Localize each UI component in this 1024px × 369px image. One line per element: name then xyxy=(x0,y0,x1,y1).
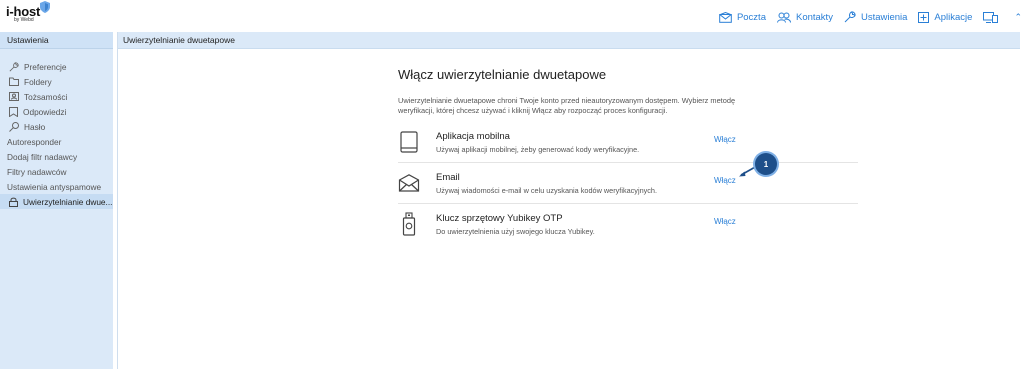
sidebar-item-label: Autoresponder xyxy=(7,136,62,147)
method-description: Do uwierzytelnienia użyj swojego klucza … xyxy=(436,227,595,236)
sidebar-item-label: Tożsamości xyxy=(24,91,68,102)
brand-logo[interactable]: i-host by Webd xyxy=(6,1,66,27)
id-card-icon xyxy=(9,92,19,101)
sidebar-item-odpowiedzi[interactable]: Odpowiedzi xyxy=(0,104,113,119)
shield-icon xyxy=(40,1,50,13)
sidebar-item-label: Foldery xyxy=(24,76,52,87)
sidebar-item-dodaj-filtr[interactable]: Dodaj filtr nadawcy xyxy=(0,149,113,164)
annotation-badge: 1 xyxy=(755,153,777,175)
sidebar-item-haslo[interactable]: Hasło xyxy=(0,119,113,134)
sidebar-item-label: Preferencje xyxy=(24,61,67,72)
sidebar-item-foldery[interactable]: Foldery xyxy=(0,74,113,89)
sidebar-item-label: Dodaj filtr nadawcy xyxy=(7,151,78,162)
enable-mobile-app-link[interactable]: Włącz xyxy=(714,135,736,144)
sidebar-item-label: Ustawienia antyspamowe xyxy=(7,181,102,192)
main-panel: Uwierzytelnianie dwuetapowe Włącz uwierz… xyxy=(117,32,1020,369)
sidebar-item-2fa[interactable]: Uwierzytelnianie dwue... xyxy=(0,194,113,209)
devices-button[interactable] xyxy=(983,11,1003,23)
nav-ustawienia-label: Ustawienia xyxy=(860,11,908,23)
devices-icon xyxy=(983,11,999,23)
top-bar: i-host by Webd Poczta Kontakty Ustawieni… xyxy=(0,0,1024,32)
method-yubikey: Klucz sprzętowy Yubikey OTP Do uwierzyte… xyxy=(398,204,858,245)
people-icon xyxy=(776,12,791,23)
top-navigation: Poczta Kontakty Ustawienia Aplikacje ⌃ xyxy=(719,8,1024,26)
sidebar-item-label: Filtry nadawców xyxy=(7,166,67,177)
nav-aplikacje-label: Aplikacje xyxy=(934,11,973,23)
method-mobile-app: Aplikacja mobilna Używaj aplikacji mobil… xyxy=(398,122,858,163)
sidebar-list: Preferencje Foldery Tożsamości Odpowiedz… xyxy=(0,49,113,209)
enable-email-link[interactable]: Włącz xyxy=(714,176,736,185)
plus-box-icon xyxy=(918,11,930,23)
nav-kontakty[interactable]: Kontakty xyxy=(776,11,833,23)
sidebar-item-label: Odpowiedzi xyxy=(23,106,67,117)
sidebar-item-autoresponder[interactable]: Autoresponder xyxy=(0,134,113,149)
method-title: Klucz sprzętowy Yubikey OTP xyxy=(436,213,563,224)
sidebar-item-tozsamosci[interactable]: Tożsamości xyxy=(0,89,113,104)
method-description: Używaj aplikacji mobilnej, żeby generowa… xyxy=(436,145,640,154)
method-title: Email xyxy=(436,172,460,183)
page-title: Włącz uwierzytelnianie dwuetapowe xyxy=(398,67,607,82)
enable-yubikey-link[interactable]: Włącz xyxy=(714,217,736,226)
settings-sidebar: Ustawienia Preferencje Foldery Tożsamośc… xyxy=(0,32,113,369)
nav-kontakty-label: Kontakty xyxy=(795,11,833,23)
chevron-up-icon[interactable]: ⌃ xyxy=(1014,12,1022,23)
envelope-icon xyxy=(719,11,732,23)
note-icon xyxy=(9,106,18,117)
nav-poczta[interactable]: Poczta xyxy=(719,11,766,23)
nav-ustawienia[interactable]: Ustawienia xyxy=(844,11,907,23)
sidebar-item-preferencje[interactable]: Preferencje xyxy=(0,59,113,74)
sidebar-title: Ustawienia xyxy=(0,32,113,49)
method-description: Używaj wiadomości e-mail w celu uzyskani… xyxy=(436,186,658,195)
folder-icon xyxy=(9,77,19,86)
panel-title: Uwierzytelnianie dwuetapowe xyxy=(118,32,1020,49)
sidebar-item-filtry[interactable]: Filtry nadawców xyxy=(0,164,113,179)
wrench-icon xyxy=(844,11,856,23)
nav-aplikacje[interactable]: Aplikacje xyxy=(918,11,973,23)
method-email: Email Używaj wiadomości e-mail w celu uz… xyxy=(398,163,858,204)
brand-sub: by Webd xyxy=(14,17,34,23)
lock-icon xyxy=(9,197,18,207)
nav-poczta-label: Poczta xyxy=(736,11,766,23)
envelope-icon xyxy=(398,171,420,195)
key-icon xyxy=(9,121,19,132)
sidebar-item-antyspam[interactable]: Ustawienia antyspamowe xyxy=(0,179,113,194)
usb-key-icon xyxy=(398,212,420,236)
page-description: Uwierzytelnianie dwuetapowe chroni Twoje… xyxy=(398,96,736,115)
twofa-content: Włącz uwierzytelnianie dwuetapowe Uwierz… xyxy=(398,67,858,245)
wrench-icon xyxy=(9,61,19,71)
sidebar-item-label: Hasło xyxy=(24,121,46,132)
method-title: Aplikacja mobilna xyxy=(436,131,510,142)
sidebar-item-label: Uwierzytelnianie dwue... xyxy=(23,196,113,207)
tablet-icon xyxy=(398,130,420,154)
